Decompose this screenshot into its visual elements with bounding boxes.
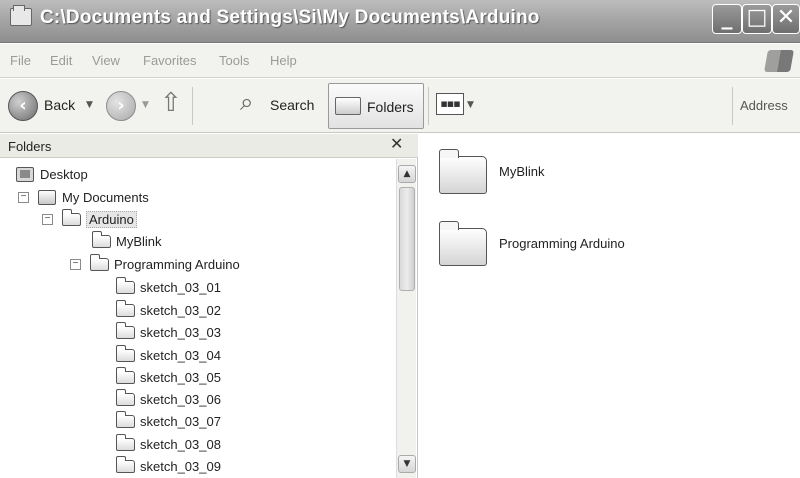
tree-item-label: My Documents: [62, 190, 149, 205]
tree-item-label: sketch_03_08: [140, 437, 221, 452]
collapse-icon[interactable]: −: [18, 192, 29, 203]
tree-item-label: MyBlink: [116, 234, 162, 249]
tree-item-sketch[interactable]: sketch_03_01: [0, 277, 390, 299]
folders-pane-title: Folders: [8, 139, 52, 154]
title-bar[interactable]: C:\Documents and Settings\Si\My Document…: [0, 0, 800, 43]
forward-arrow-icon[interactable]: ›: [106, 91, 136, 121]
menu-file[interactable]: File: [10, 53, 31, 68]
folder-icon: [90, 254, 109, 271]
toolbar-separator: [428, 87, 429, 125]
back-dropdown-icon[interactable]: ▼: [86, 100, 93, 110]
collapse-icon[interactable]: −: [42, 214, 53, 225]
my-documents-icon: [38, 190, 56, 205]
collapse-icon[interactable]: −: [70, 259, 81, 270]
folders-pane-header: Folders ✕: [0, 134, 418, 158]
scroll-up-icon[interactable]: ▲: [398, 165, 416, 183]
menu-edit[interactable]: Edit: [50, 53, 72, 68]
back-button-label[interactable]: Back: [44, 97, 75, 113]
content-item-label[interactable]: Programming Arduino: [499, 236, 625, 251]
maximize-button[interactable]: □: [742, 4, 772, 34]
minimize-button[interactable]: _: [712, 4, 742, 34]
toolbar-separator: [732, 87, 733, 125]
folders-button-label: Folders: [367, 99, 414, 115]
tree-item-sketch[interactable]: sketch_03_07: [0, 411, 390, 433]
folder-icon[interactable]: [439, 221, 487, 266]
folder-icon: [116, 411, 135, 428]
menu-view[interactable]: View: [92, 53, 120, 68]
menu-tools[interactable]: Tools: [219, 53, 249, 68]
search-icon[interactable]: ⌕: [240, 89, 253, 117]
folder-icon: [92, 231, 111, 248]
folder-icon: [62, 209, 81, 226]
tree-item-sketch[interactable]: sketch_03_09: [0, 456, 390, 478]
menu-bar: File Edit View Favorites Tools Help: [0, 44, 800, 78]
folder-icon: [116, 300, 135, 317]
folder-icon: [116, 345, 135, 362]
windows-logo-icon: [764, 50, 794, 72]
close-pane-icon[interactable]: ✕: [390, 134, 403, 153]
toolbar: ‹ Back ▼ › ▼ ⇧ ⌕ Search Folders ▪▪▪ ▼ Ad…: [0, 79, 800, 133]
menu-help[interactable]: Help: [270, 53, 297, 68]
tree-item-desktop[interactable]: Desktop: [0, 164, 390, 186]
tree-item-label: sketch_03_09: [140, 459, 221, 474]
scroll-down-icon[interactable]: ▼: [398, 455, 416, 473]
tree-item-label: sketch_03_01: [140, 280, 221, 295]
tree-item-sketch[interactable]: sketch_03_05: [0, 367, 390, 389]
tree-item-label: sketch_03_04: [140, 348, 221, 363]
address-label: Address: [740, 98, 788, 113]
tree-item-sketch[interactable]: sketch_03_08: [0, 434, 390, 456]
views-dropdown-icon[interactable]: ▼: [467, 100, 474, 110]
tree-item-arduino[interactable]: − Arduino: [0, 209, 390, 231]
tree-item-label: Arduino: [86, 211, 137, 228]
folder-icon: [116, 277, 135, 294]
tree-item-label: sketch_03_07: [140, 414, 221, 429]
folders-button[interactable]: Folders: [328, 83, 424, 129]
tree-item-sketch[interactable]: sketch_03_04: [0, 345, 390, 367]
content-pane: MyBlink Programming Arduino: [419, 134, 800, 478]
tree-item-sketch[interactable]: sketch_03_06: [0, 389, 390, 411]
folder-icon: [116, 456, 135, 473]
folder-window-icon: [10, 5, 32, 26]
folder-icon: [116, 434, 135, 451]
toolbar-separator: [192, 87, 193, 125]
tree-item-label: sketch_03_02: [140, 303, 221, 318]
tree-item-label: sketch_03_05: [140, 370, 221, 385]
search-button-label[interactable]: Search: [270, 97, 314, 113]
forward-dropdown-icon[interactable]: ▼: [142, 100, 149, 110]
folder-icon: [116, 389, 135, 406]
folder-icon: [116, 367, 135, 384]
scroll-thumb[interactable]: [399, 187, 415, 291]
views-icon[interactable]: ▪▪▪: [436, 93, 464, 115]
tree-item-sketch[interactable]: sketch_03_03: [0, 322, 390, 344]
tree-scrollbar[interactable]: ▲ ▼: [396, 159, 416, 478]
folder-icon[interactable]: [439, 149, 487, 194]
tree-item-my-documents[interactable]: − My Documents: [0, 187, 390, 209]
folder-icon: [116, 322, 135, 339]
tree-item-label: sketch_03_06: [140, 392, 221, 407]
folders-pane: Folders ✕ Desktop − My Documents − Ardui…: [0, 134, 418, 478]
tree-item-label: Desktop: [40, 167, 88, 182]
close-button[interactable]: ✕: [772, 4, 800, 34]
folders-icon: [335, 97, 361, 115]
tree-item-sketch[interactable]: sketch_03_02: [0, 300, 390, 322]
desktop-icon: [16, 167, 34, 182]
up-folder-icon[interactable]: ⇧: [160, 87, 182, 118]
window-title: C:\Documents and Settings\Si\My Document…: [40, 7, 540, 28]
menu-favorites[interactable]: Favorites: [143, 53, 196, 68]
tree-item-myblink[interactable]: MyBlink: [0, 231, 390, 253]
tree-item-label: Programming Arduino: [114, 257, 240, 272]
back-arrow-icon[interactable]: ‹: [8, 91, 38, 121]
content-item-label[interactable]: MyBlink: [499, 164, 545, 179]
tree-item-programming-arduino[interactable]: − Programming Arduino: [0, 254, 390, 276]
tree-item-label: sketch_03_03: [140, 325, 221, 340]
